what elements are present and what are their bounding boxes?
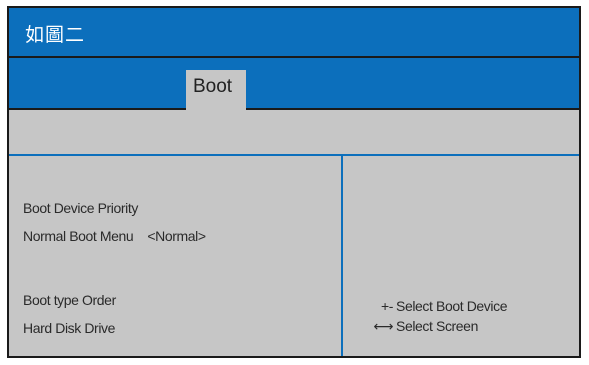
normal-boot-menu-value[interactable]: <Normal>	[147, 228, 206, 244]
left-right-arrow-icon: ⟷	[373, 318, 393, 334]
window-title: 如圖二	[25, 25, 86, 46]
settings-panel: Boot Device Priority Normal Boot Menu <No…	[9, 156, 343, 356]
boot-device-priority-item[interactable]: Boot Device Priority	[23, 200, 138, 216]
bios-setup-window: 如圖二 Boot Boot Device Priority Normal Boo…	[7, 6, 581, 358]
sub-header-strip	[9, 110, 579, 156]
help-panel: +- Select Boot Device ⟷ Select Screen	[343, 156, 579, 356]
help-text-select-screen: Select Screen	[396, 318, 478, 334]
help-line-select-screen: ⟷ Select Screen	[363, 318, 478, 335]
tab-bar: Boot	[9, 58, 579, 110]
help-text-select-boot-device: Select Boot Device	[396, 298, 508, 314]
hard-disk-drive-label: Hard Disk Drive	[23, 320, 116, 336]
tab-boot-label: Boot	[193, 76, 233, 97]
normal-boot-menu-item[interactable]: Normal Boot Menu <Normal>	[23, 228, 206, 244]
plus-minus-key-icon: +-	[380, 298, 393, 314]
boot-type-order-item[interactable]: Boot type Order	[23, 292, 116, 308]
help-line-select-boot-device: +- Select Boot Device	[363, 298, 508, 314]
tab-boot[interactable]: Boot	[186, 70, 246, 110]
normal-boot-menu-label: Normal Boot Menu	[23, 228, 134, 244]
boot-device-priority-label: Boot Device Priority	[23, 200, 138, 216]
boot-type-order-label: Boot type Order	[23, 292, 116, 308]
title-bar: 如圖二	[9, 8, 579, 58]
hard-disk-drive-item[interactable]: Hard Disk Drive	[23, 320, 115, 336]
